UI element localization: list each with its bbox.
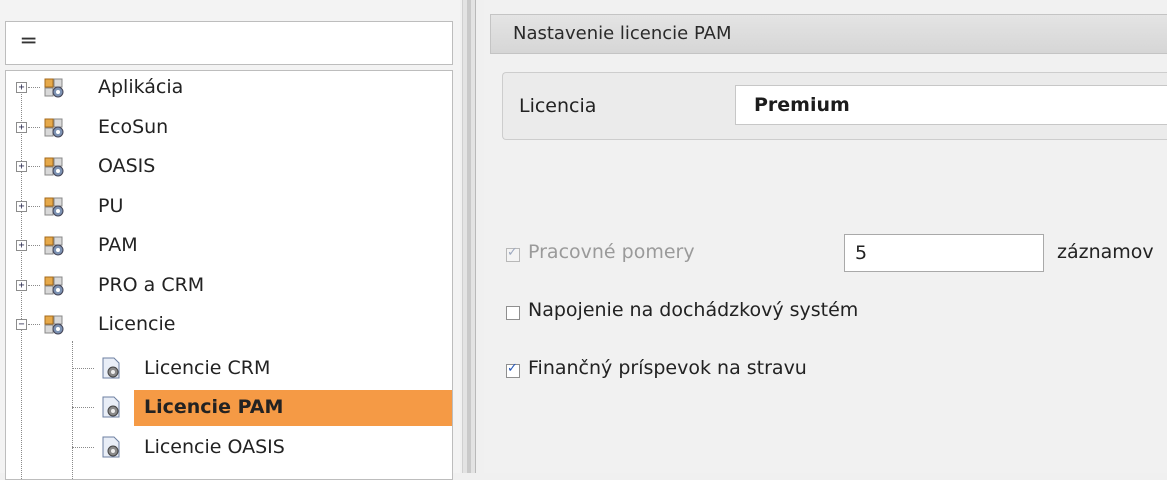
expand-toggle-icon[interactable]: + xyxy=(16,161,27,172)
settings-group-icon xyxy=(44,315,64,335)
employment-label: Pracovné pomery xyxy=(528,241,695,263)
tree-item[interactable]: + PU xyxy=(6,192,452,228)
settings-group-icon xyxy=(44,118,64,138)
tree-child-item[interactable]: Licencie PAM xyxy=(6,393,452,429)
collapse-toggle-icon[interactable]: − xyxy=(16,319,27,330)
meal-allowance-checkbox[interactable] xyxy=(506,361,520,378)
tree-item-label: EcoSun xyxy=(98,115,169,138)
settings-group-icon xyxy=(44,157,64,177)
filter-icon[interactable]: ═ xyxy=(22,30,35,54)
records-unit: záznamov xyxy=(1057,241,1154,263)
settings-group-icon xyxy=(44,78,64,98)
settings-group-icon xyxy=(44,276,64,296)
tree-connector xyxy=(28,324,40,325)
panel-title: Nastavenie licencie PAM xyxy=(513,23,732,44)
employment-checkbox[interactable] xyxy=(506,245,520,262)
settings-group-icon xyxy=(44,236,64,256)
tree-item[interactable]: + EcoSun xyxy=(6,113,452,149)
license-value-field[interactable]: Premium xyxy=(735,85,1167,125)
license-group: Licencia Premium xyxy=(502,72,1167,140)
tree-connector xyxy=(72,367,94,369)
records-input[interactable]: 5 xyxy=(844,234,1044,272)
tree-connector xyxy=(72,446,94,448)
filter-box[interactable]: ═ xyxy=(5,21,453,65)
tree-item[interactable]: + Aplikácia xyxy=(6,73,452,109)
tree-connector xyxy=(28,284,40,286)
attendance-checkbox[interactable] xyxy=(506,306,520,320)
records-value: 5 xyxy=(855,242,868,264)
settings-tree: + Aplikácia + EcoSun + OASIS + PU + PAM + PRO a CRM… xyxy=(5,70,453,480)
tree-item-label: PRO a CRM xyxy=(98,273,205,296)
tree-item-label: OASIS xyxy=(98,155,156,177)
settings-group-icon xyxy=(44,197,64,217)
tree-child-item[interactable]: Licencie CRM xyxy=(6,354,452,390)
tree-child-item[interactable]: Licencie OASIS xyxy=(6,433,452,469)
tree-item[interactable]: + OASIS xyxy=(6,152,452,188)
settings-doc-icon xyxy=(102,436,120,458)
tree-item-label: Licencie xyxy=(98,313,176,335)
expand-toggle-icon[interactable]: + xyxy=(16,82,27,93)
tree-item[interactable]: + PAM xyxy=(6,231,452,267)
tree-item-label: PAM xyxy=(98,234,138,256)
tree-connector xyxy=(28,126,40,128)
navigation-panel: ═ + Aplikácia + EcoSun + OASIS + PU + PAM + PRO a C… xyxy=(0,0,460,480)
meal-allowance-label: Finančný príspevok na stravu xyxy=(528,357,807,379)
license-value: Premium xyxy=(754,94,850,116)
tree-connector xyxy=(28,166,40,167)
settings-panel: Nastavenie licencie PAM Licencia Premium… xyxy=(484,0,1167,473)
tree-item[interactable]: + PRO a CRM xyxy=(6,271,452,307)
tree-child-label: Licencie OASIS xyxy=(144,435,285,458)
expand-toggle-icon[interactable]: + xyxy=(16,240,27,251)
settings-doc-icon xyxy=(102,357,120,379)
settings-doc-icon xyxy=(102,396,120,418)
tree-connector xyxy=(28,245,40,246)
license-label: Licencia xyxy=(519,95,597,117)
attendance-label: Napojenie na dochádzkový systém xyxy=(528,299,859,321)
expand-toggle-icon[interactable]: + xyxy=(16,279,27,291)
expand-toggle-icon[interactable]: + xyxy=(16,121,27,133)
tree-connector xyxy=(28,205,40,207)
tree-item-label: Aplikácia xyxy=(98,76,184,98)
tree-child-label: Licencie PAM xyxy=(144,396,284,418)
panel-header: Nastavenie licencie PAM xyxy=(490,14,1167,54)
panel-splitter[interactable] xyxy=(462,0,476,473)
expand-toggle-icon[interactable]: + xyxy=(16,200,27,212)
tree-connector xyxy=(28,87,40,88)
tree-connector xyxy=(72,407,94,408)
tree-child-label: Licencie CRM xyxy=(144,356,271,379)
tree-item-label: PU xyxy=(98,194,124,217)
